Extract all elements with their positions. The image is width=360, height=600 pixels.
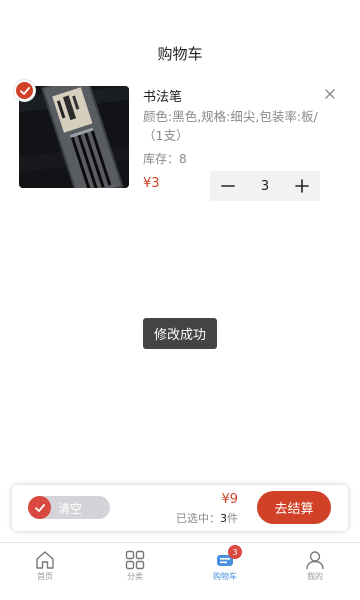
check-icon — [19, 86, 30, 95]
product-image[interactable] — [19, 86, 129, 188]
tab-home-label: 首页 — [37, 572, 53, 581]
selected-count: 3 — [220, 512, 227, 525]
grid-icon — [125, 550, 145, 570]
quantity-increase-button[interactable] — [284, 171, 320, 201]
quantity-decrease-button[interactable] — [210, 171, 246, 201]
home-icon — [36, 551, 54, 569]
close-icon — [325, 89, 335, 99]
plus-icon — [295, 179, 309, 193]
remove-item-button[interactable] — [323, 86, 337, 100]
product-name[interactable]: 书法笔 — [143, 86, 182, 105]
bottom-tab-bar: 首页 分类 3 购物车 我的 — [0, 542, 360, 600]
tab-home[interactable]: 首页 — [0, 543, 90, 600]
check-icon — [34, 503, 45, 512]
page-title: 购物车 — [157, 45, 203, 63]
total-price: ¥9 — [221, 492, 238, 507]
selected-count-info: 已选中：3件 — [176, 510, 238, 526]
cart-badge: 3 — [228, 545, 242, 559]
toast-message: 修改成功 — [143, 318, 217, 349]
tab-profile-label: 我的 — [307, 572, 323, 581]
clear-check-knob — [28, 496, 51, 519]
user-icon — [306, 551, 324, 570]
selected-suffix: 件 — [227, 512, 238, 525]
product-stock: 库存：8 — [143, 152, 187, 166]
item-select-checkbox[interactable] — [14, 80, 35, 101]
minus-icon — [221, 185, 235, 187]
tab-cart-label: 购物车 — [213, 572, 237, 581]
clear-cart-label: 清空 — [58, 502, 83, 516]
quantity-value[interactable]: 3 — [246, 179, 284, 194]
checkout-button[interactable]: 去结算 — [257, 491, 331, 524]
product-price: ¥3 — [143, 176, 160, 191]
quantity-stepper: 3 — [210, 171, 320, 201]
checkout-bar: 清空 ¥9 已选中：3件 去结算 — [12, 485, 348, 531]
tab-category-label: 分类 — [127, 572, 143, 581]
tab-category[interactable]: 分类 — [90, 543, 180, 600]
product-spec: 颜色:黑色,规格:细尖,包装率:板/（1支） — [143, 109, 318, 143]
tab-profile[interactable]: 我的 — [270, 543, 360, 600]
selected-prefix: 已选中： — [176, 512, 220, 525]
tab-cart[interactable]: 3 购物车 — [180, 543, 270, 600]
clear-cart-toggle[interactable]: 清空 — [28, 496, 110, 519]
